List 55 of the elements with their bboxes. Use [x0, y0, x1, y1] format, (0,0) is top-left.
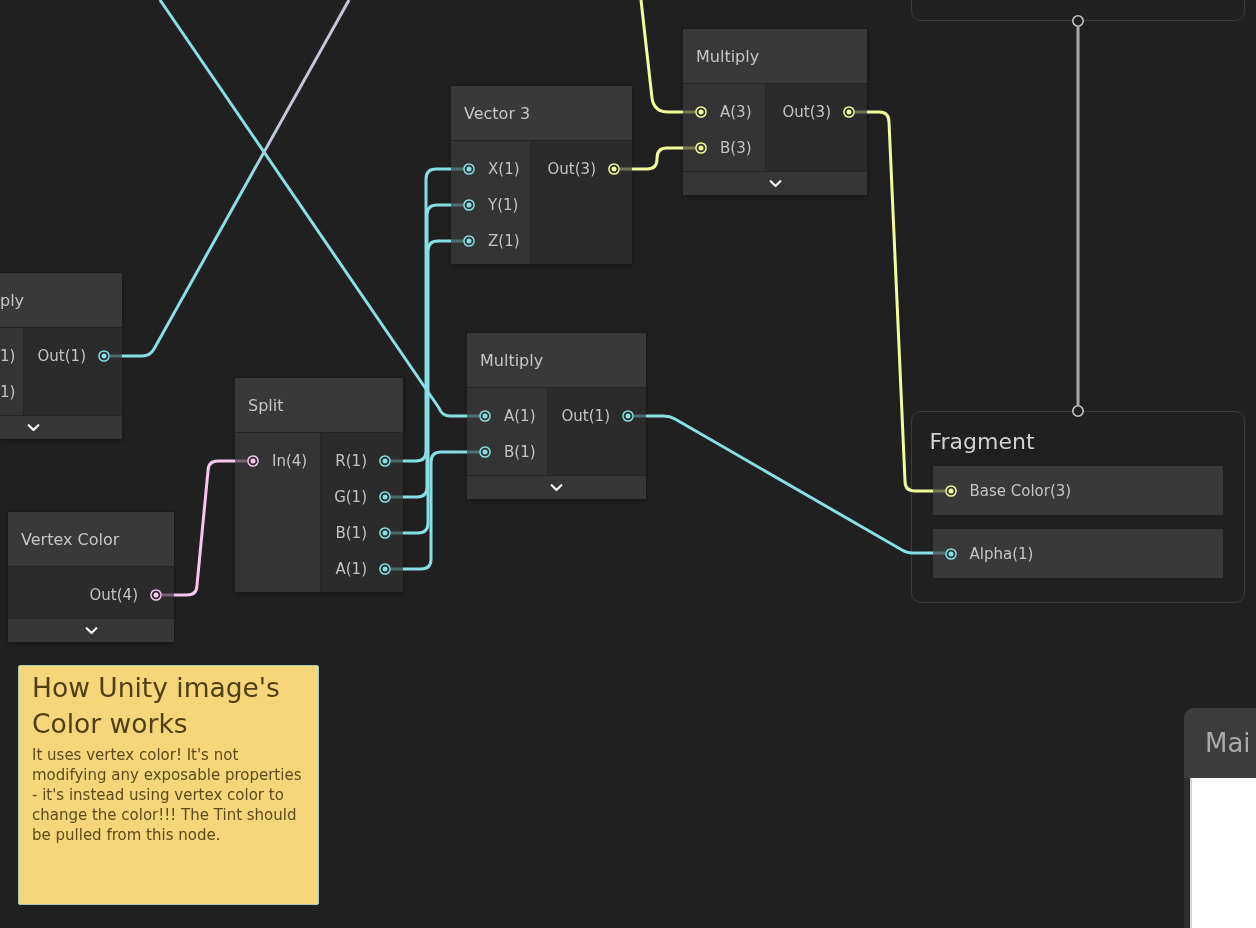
- port-label: Out(3): [547, 160, 596, 178]
- block-title: Fragment: [929, 428, 1035, 456]
- note-title: How Unity image's Color works: [32, 671, 281, 741]
- port-icon[interactable]: [463, 235, 475, 247]
- node-title: Split: [248, 395, 284, 415]
- preview-toggle-button[interactable]: [467, 475, 646, 499]
- block-port-icon[interactable]: [1072, 15, 1084, 27]
- port-icon[interactable]: [463, 163, 475, 175]
- node-title: Vertex Color: [21, 529, 120, 549]
- port-icon[interactable]: [98, 350, 110, 362]
- chevron-down-icon: [550, 483, 563, 492]
- port-icon[interactable]: [150, 589, 162, 601]
- port-label: Out(1): [37, 347, 86, 365]
- port-icon[interactable]: [463, 199, 475, 211]
- port-label: Out(1): [561, 407, 610, 425]
- chevron-down-icon: [768, 179, 782, 188]
- note-body: It uses vertex color! It's not modifying any exposable properties - it's instead using vertex color to change the color!!! The Tint should be pulled from this node.: [32, 745, 303, 845]
- block-port-icon[interactable]: [1072, 405, 1084, 417]
- port-label: B(1): [335, 524, 367, 542]
- port-label: A(1): [504, 407, 536, 425]
- port-label: A(1): [335, 560, 367, 578]
- chevron-down-icon: [27, 423, 40, 432]
- port-icon[interactable]: [944, 547, 957, 560]
- port-icon[interactable]: [622, 410, 634, 422]
- node-title: ply: [0, 290, 25, 310]
- node-title: Multiply: [480, 350, 544, 370]
- port-icon[interactable]: [379, 491, 391, 503]
- port-icon[interactable]: [379, 455, 391, 467]
- port-label: Z(1): [488, 232, 520, 250]
- port-label: A(3): [720, 103, 752, 121]
- port-label: Out(4): [89, 586, 138, 604]
- port-label: X(1): [488, 160, 520, 178]
- port-label: Y(1): [488, 196, 519, 214]
- node-title: Vector 3: [464, 103, 531, 123]
- port-icon[interactable]: [247, 455, 259, 467]
- preview-toggle-button[interactable]: [0, 415, 122, 439]
- port-label: Out(3): [782, 103, 831, 121]
- port-label: G(1): [334, 488, 367, 506]
- preview-toggle-button[interactable]: [683, 171, 867, 195]
- chevron-down-icon: [84, 626, 98, 635]
- node-title: Multiply: [696, 46, 760, 66]
- port-label: R(1): [335, 452, 367, 470]
- preview-title: Mai: [1205, 728, 1251, 758]
- port-icon[interactable]: [379, 563, 391, 575]
- port-icon[interactable]: [479, 410, 491, 422]
- port-label: 1): [0, 347, 16, 365]
- port-label: B(3): [720, 139, 752, 157]
- port-label: Base Color(3): [969, 481, 1072, 500]
- port-label: Alpha(1): [969, 544, 1034, 563]
- preview-toggle-button[interactable]: [8, 618, 174, 642]
- port-icon[interactable]: [479, 446, 491, 458]
- port-label: B(1): [504, 443, 536, 461]
- port-label: 1): [0, 383, 16, 401]
- port-label: In(4): [272, 452, 308, 470]
- port-icon[interactable]: [379, 527, 391, 539]
